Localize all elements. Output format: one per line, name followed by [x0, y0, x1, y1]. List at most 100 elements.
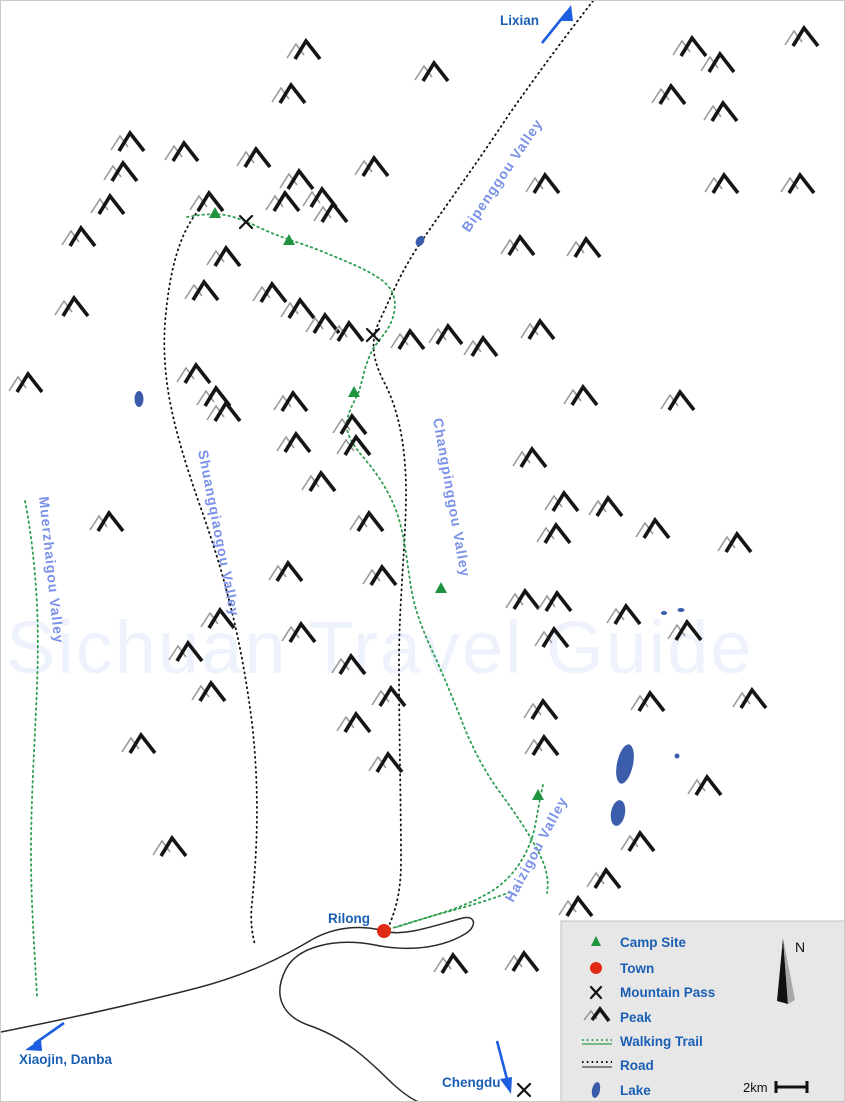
peak-icon: [463, 334, 499, 358]
peak-icon: [305, 311, 341, 335]
lixian-arrow-head: [559, 5, 573, 21]
peak-icon: [313, 200, 349, 224]
peak-icon: [265, 189, 301, 213]
legend-circle-icon: [590, 962, 602, 974]
legend-label-camp-site[interactable]: Camp Site: [620, 935, 687, 950]
peak-icon: [152, 834, 188, 858]
peak-icon: [54, 294, 90, 318]
direction-indicators: Lixian Rilong Xiaojin, Danba Chengdu: [19, 5, 573, 1094]
camp-site-marker[interactable]: [435, 582, 447, 593]
peak-icon: [349, 509, 385, 533]
lake-marker: [677, 608, 685, 612]
road-main-line: [1, 916, 475, 1101]
peak-icon: [301, 469, 337, 493]
label-xiaojin-danba: Xiaojin, Danba: [19, 1052, 113, 1067]
peak-icon: [252, 280, 288, 304]
peak-icon: [354, 154, 390, 178]
valley-label-shuangqiaogou: Shuangqiaogou Valley: [195, 449, 243, 618]
peak-icon: [184, 278, 220, 302]
peak-icon: [236, 145, 272, 169]
town-marker[interactable]: [377, 924, 391, 938]
peak-icon: [558, 894, 594, 918]
valley-label-bipenggou: Bipenggou Valley: [458, 116, 545, 235]
peak-icon: [703, 99, 739, 123]
peak-icon: [121, 731, 157, 755]
peak-icon: [332, 412, 368, 436]
peak-icon: [504, 949, 540, 973]
legend-label-lake[interactable]: Lake: [620, 1083, 651, 1098]
peak-icon: [90, 192, 126, 216]
peak-icon: [276, 430, 312, 454]
lake-marker: [674, 753, 680, 759]
legend-label-peak[interactable]: Peak: [620, 1010, 652, 1025]
legend-label-road[interactable]: Road: [620, 1058, 654, 1073]
peak-icon: [780, 171, 816, 195]
lake-marker: [134, 391, 144, 407]
compass-north-label: N: [795, 939, 805, 955]
peak-icon: [390, 327, 426, 351]
peak-icon: [536, 521, 572, 545]
peak-icon: [524, 733, 560, 757]
xiaojin-arrow-head: [25, 1039, 42, 1051]
legend-label-town[interactable]: Town: [620, 961, 654, 976]
camp-sites-layer: [209, 207, 544, 800]
peak-icon: [368, 750, 404, 774]
peak-icon: [704, 171, 740, 195]
road-bipenggou: [372, 1, 594, 931]
peak-icon: [110, 129, 146, 153]
peak-icon: [525, 171, 561, 195]
peak-icon: [586, 866, 622, 890]
peak-icon: [732, 686, 768, 710]
peak-icon: [660, 388, 696, 412]
peak-icon: [176, 361, 212, 385]
mountain-pass-marker[interactable]: [516, 1082, 532, 1098]
peak-icon: [280, 296, 316, 320]
peak-icon: [206, 244, 242, 268]
peak-icon: [523, 697, 559, 721]
peak-icon: [651, 82, 687, 106]
peak-icon: [362, 563, 398, 587]
peak-icon: [784, 24, 820, 48]
label-chengdu: Chengdu: [442, 1075, 501, 1090]
peak-icon: [414, 59, 450, 83]
peak-icon: [164, 139, 200, 163]
chengdu-arrow-head: [500, 1077, 512, 1094]
peak-icon: [271, 81, 307, 105]
peak-icon: [687, 773, 723, 797]
lake-marker: [661, 611, 667, 615]
label-rilong: Rilong: [328, 911, 370, 926]
peak-icon: [512, 445, 548, 469]
valley-label-haizigou: Haizigou Valley: [502, 794, 571, 905]
label-lixian: Lixian: [500, 13, 539, 28]
peak-icon: [268, 559, 304, 583]
peak-icon: [189, 189, 225, 213]
peak-icon: [336, 710, 372, 734]
peak-icon: [103, 159, 139, 183]
peak-icon: [588, 494, 624, 518]
peak-icon: [563, 383, 599, 407]
road-shuangqiaogou: [163, 209, 258, 946]
peaks-layer: [8, 24, 820, 975]
peak-icon: [8, 370, 44, 394]
valley-labels: Bipenggou Valley Changpinggou Valley Shu…: [36, 116, 571, 905]
legend-label-walking-trail[interactable]: Walking Trail: [620, 1034, 703, 1049]
peak-icon: [672, 34, 708, 58]
watermark-text: Sichuan Travel Guide: [6, 606, 754, 689]
lake-marker: [610, 800, 626, 826]
towns-layer: [377, 924, 391, 938]
peak-icon: [520, 317, 556, 341]
peak-icon: [630, 689, 666, 713]
peak-icon: [61, 224, 97, 248]
valley-label-changpinggou: Changpinggou Valley: [430, 417, 474, 579]
peak-icon: [428, 322, 464, 346]
mountain-pass-marker[interactable]: [365, 327, 381, 343]
peak-icon: [206, 399, 242, 423]
peak-icon: [273, 389, 309, 413]
scale-bar-label: 2km: [743, 1080, 768, 1095]
legend-label-mountain-pass[interactable]: Mountain Pass: [620, 985, 715, 1000]
mountain-pass-marker[interactable]: [238, 214, 254, 230]
legend-panel: Camp Site Town Mountain Pass Peak Walkin…: [560, 920, 844, 1101]
map-canvas: Sichuan Travel Guide Bipenggou Valley Ch…: [1, 1, 844, 1101]
peak-icon: [566, 235, 602, 259]
camp-site-marker[interactable]: [283, 234, 295, 245]
